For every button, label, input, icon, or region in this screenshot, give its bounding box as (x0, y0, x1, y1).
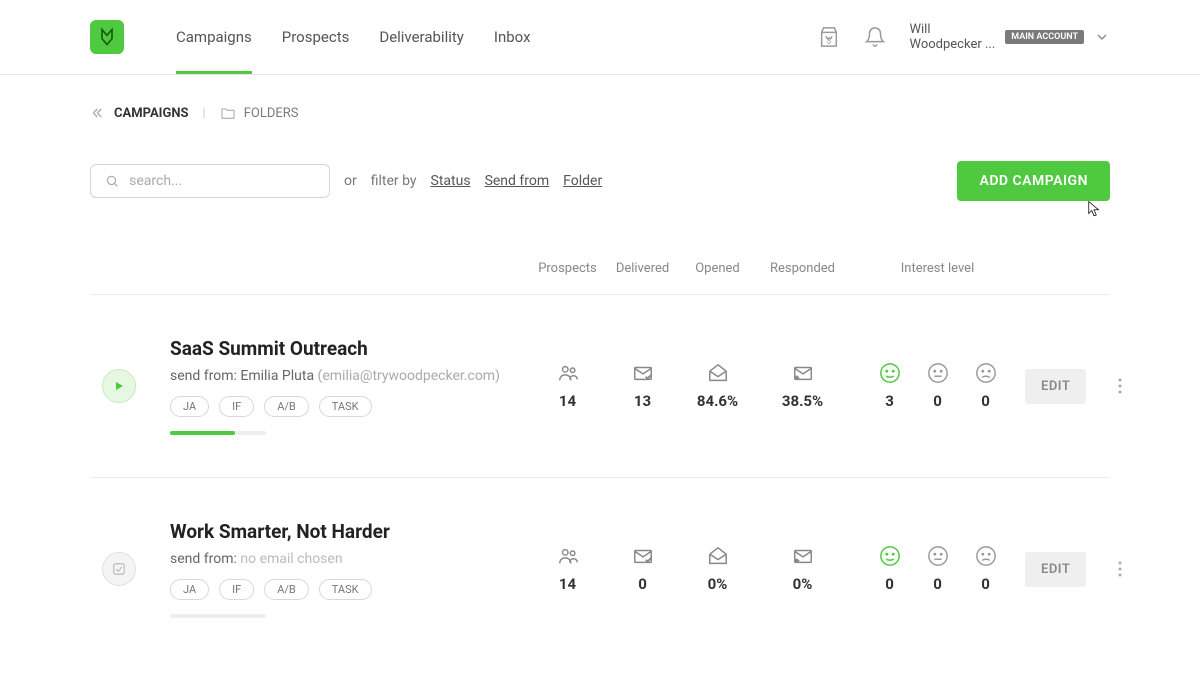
filter-or: or (344, 173, 357, 189)
prospects-icon (556, 362, 580, 384)
responded-icon (791, 545, 815, 567)
add-campaign-button[interactable]: ADD CAMPAIGN (957, 161, 1110, 201)
logo[interactable] (90, 20, 124, 54)
svg-text:$: $ (827, 35, 832, 46)
tag: A/B (264, 579, 309, 600)
interest-positive: 0 (885, 575, 894, 593)
tab-inbox[interactable]: Inbox (494, 1, 531, 73)
neutral-icon (927, 362, 949, 384)
smile-icon (879, 362, 901, 384)
frown-icon (975, 362, 997, 384)
interest-neutral: 0 (933, 392, 942, 410)
more-button[interactable] (1110, 561, 1130, 577)
campaign-title: SaaS Summit Outreach (170, 337, 530, 360)
tag: IF (219, 396, 254, 417)
prospects-icon (556, 545, 580, 567)
metric-delivered: 0 (638, 575, 647, 593)
chevron-down-icon (1094, 29, 1110, 45)
metric-responded: 38.5% (782, 392, 823, 410)
campaign-row[interactable]: Work Smarter, Not Harder send from: no e… (90, 477, 1110, 660)
neutral-icon (927, 545, 949, 567)
user-menu[interactable]: Will Woodpecker ... MAIN ACCOUNT (909, 22, 1110, 52)
status-draft-button[interactable] (102, 552, 136, 586)
tag: JA (170, 396, 209, 417)
metric-prospects: 14 (559, 575, 576, 593)
tag: IF (219, 579, 254, 600)
folder-icon (220, 105, 236, 121)
tab-deliverability[interactable]: Deliverability (379, 1, 464, 73)
interest-negative: 0 (981, 575, 990, 593)
filter-status[interactable]: Status (431, 173, 471, 189)
edit-button[interactable]: EDIT (1025, 552, 1086, 587)
tab-prospects[interactable]: Prospects (282, 1, 350, 73)
user-name: Will (909, 22, 995, 37)
filter-folder[interactable]: Folder (563, 173, 602, 189)
filter-send-from[interactable]: Send from (485, 173, 550, 189)
progress-bar (170, 614, 266, 618)
search-icon (105, 173, 119, 189)
col-prospects: Prospects (530, 261, 605, 276)
delivered-icon (631, 545, 655, 567)
delivered-icon (631, 362, 655, 384)
campaign-sender: send from: Emilia Pluta (emilia@trywoodp… (170, 368, 530, 384)
tag: TASK (319, 579, 372, 600)
opened-icon (706, 362, 730, 384)
account-badge: MAIN ACCOUNT (1005, 30, 1084, 44)
search-input[interactable] (129, 173, 315, 189)
check-icon (112, 562, 126, 576)
campaign-row[interactable]: SaaS Summit Outreach send from: Emilia P… (90, 294, 1110, 477)
smile-icon (879, 545, 901, 567)
campaign-sender: send from: no email chosen (170, 551, 530, 567)
edit-button[interactable]: EDIT (1025, 369, 1086, 404)
table-header: Prospects Delivered Opened Responded Int… (90, 261, 1110, 294)
more-icon (1118, 378, 1122, 394)
progress-bar (170, 431, 266, 435)
metric-delivered: 13 (634, 392, 651, 410)
tab-campaigns[interactable]: Campaigns (176, 1, 252, 73)
user-company: Woodpecker ... (909, 37, 995, 52)
interest-negative: 0 (981, 392, 990, 410)
notifications-icon[interactable] (863, 25, 887, 49)
tag: JA (170, 579, 209, 600)
tag: TASK (319, 396, 372, 417)
col-responded: Responded (755, 261, 850, 276)
metric-opened: 0% (708, 575, 728, 593)
search-box[interactable] (90, 164, 330, 198)
filter-by: filter by (371, 173, 417, 189)
breadcrumb-campaigns[interactable]: CAMPAIGNS (90, 105, 189, 121)
opened-icon (706, 545, 730, 567)
interest-neutral: 0 (933, 575, 942, 593)
more-button[interactable] (1110, 378, 1130, 394)
metric-responded: 0% (793, 575, 813, 593)
breadcrumb-folders[interactable]: FOLDERS (220, 105, 299, 121)
play-icon (113, 380, 125, 392)
col-interest: Interest level (850, 261, 1025, 276)
col-delivered: Delivered (605, 261, 680, 276)
responded-icon (791, 362, 815, 384)
status-play-button[interactable] (102, 369, 136, 403)
marketplace-icon[interactable]: $ (817, 25, 841, 49)
campaign-title: Work Smarter, Not Harder (170, 520, 530, 543)
frown-icon (975, 545, 997, 567)
breadcrumb: CAMPAIGNS | FOLDERS (90, 105, 1110, 121)
campaigns-icon (90, 105, 106, 121)
tag: A/B (264, 396, 309, 417)
metric-opened: 84.6% (697, 392, 738, 410)
more-icon (1118, 561, 1122, 577)
interest-positive: 3 (885, 392, 894, 410)
metric-prospects: 14 (559, 392, 576, 410)
col-opened: Opened (680, 261, 755, 276)
